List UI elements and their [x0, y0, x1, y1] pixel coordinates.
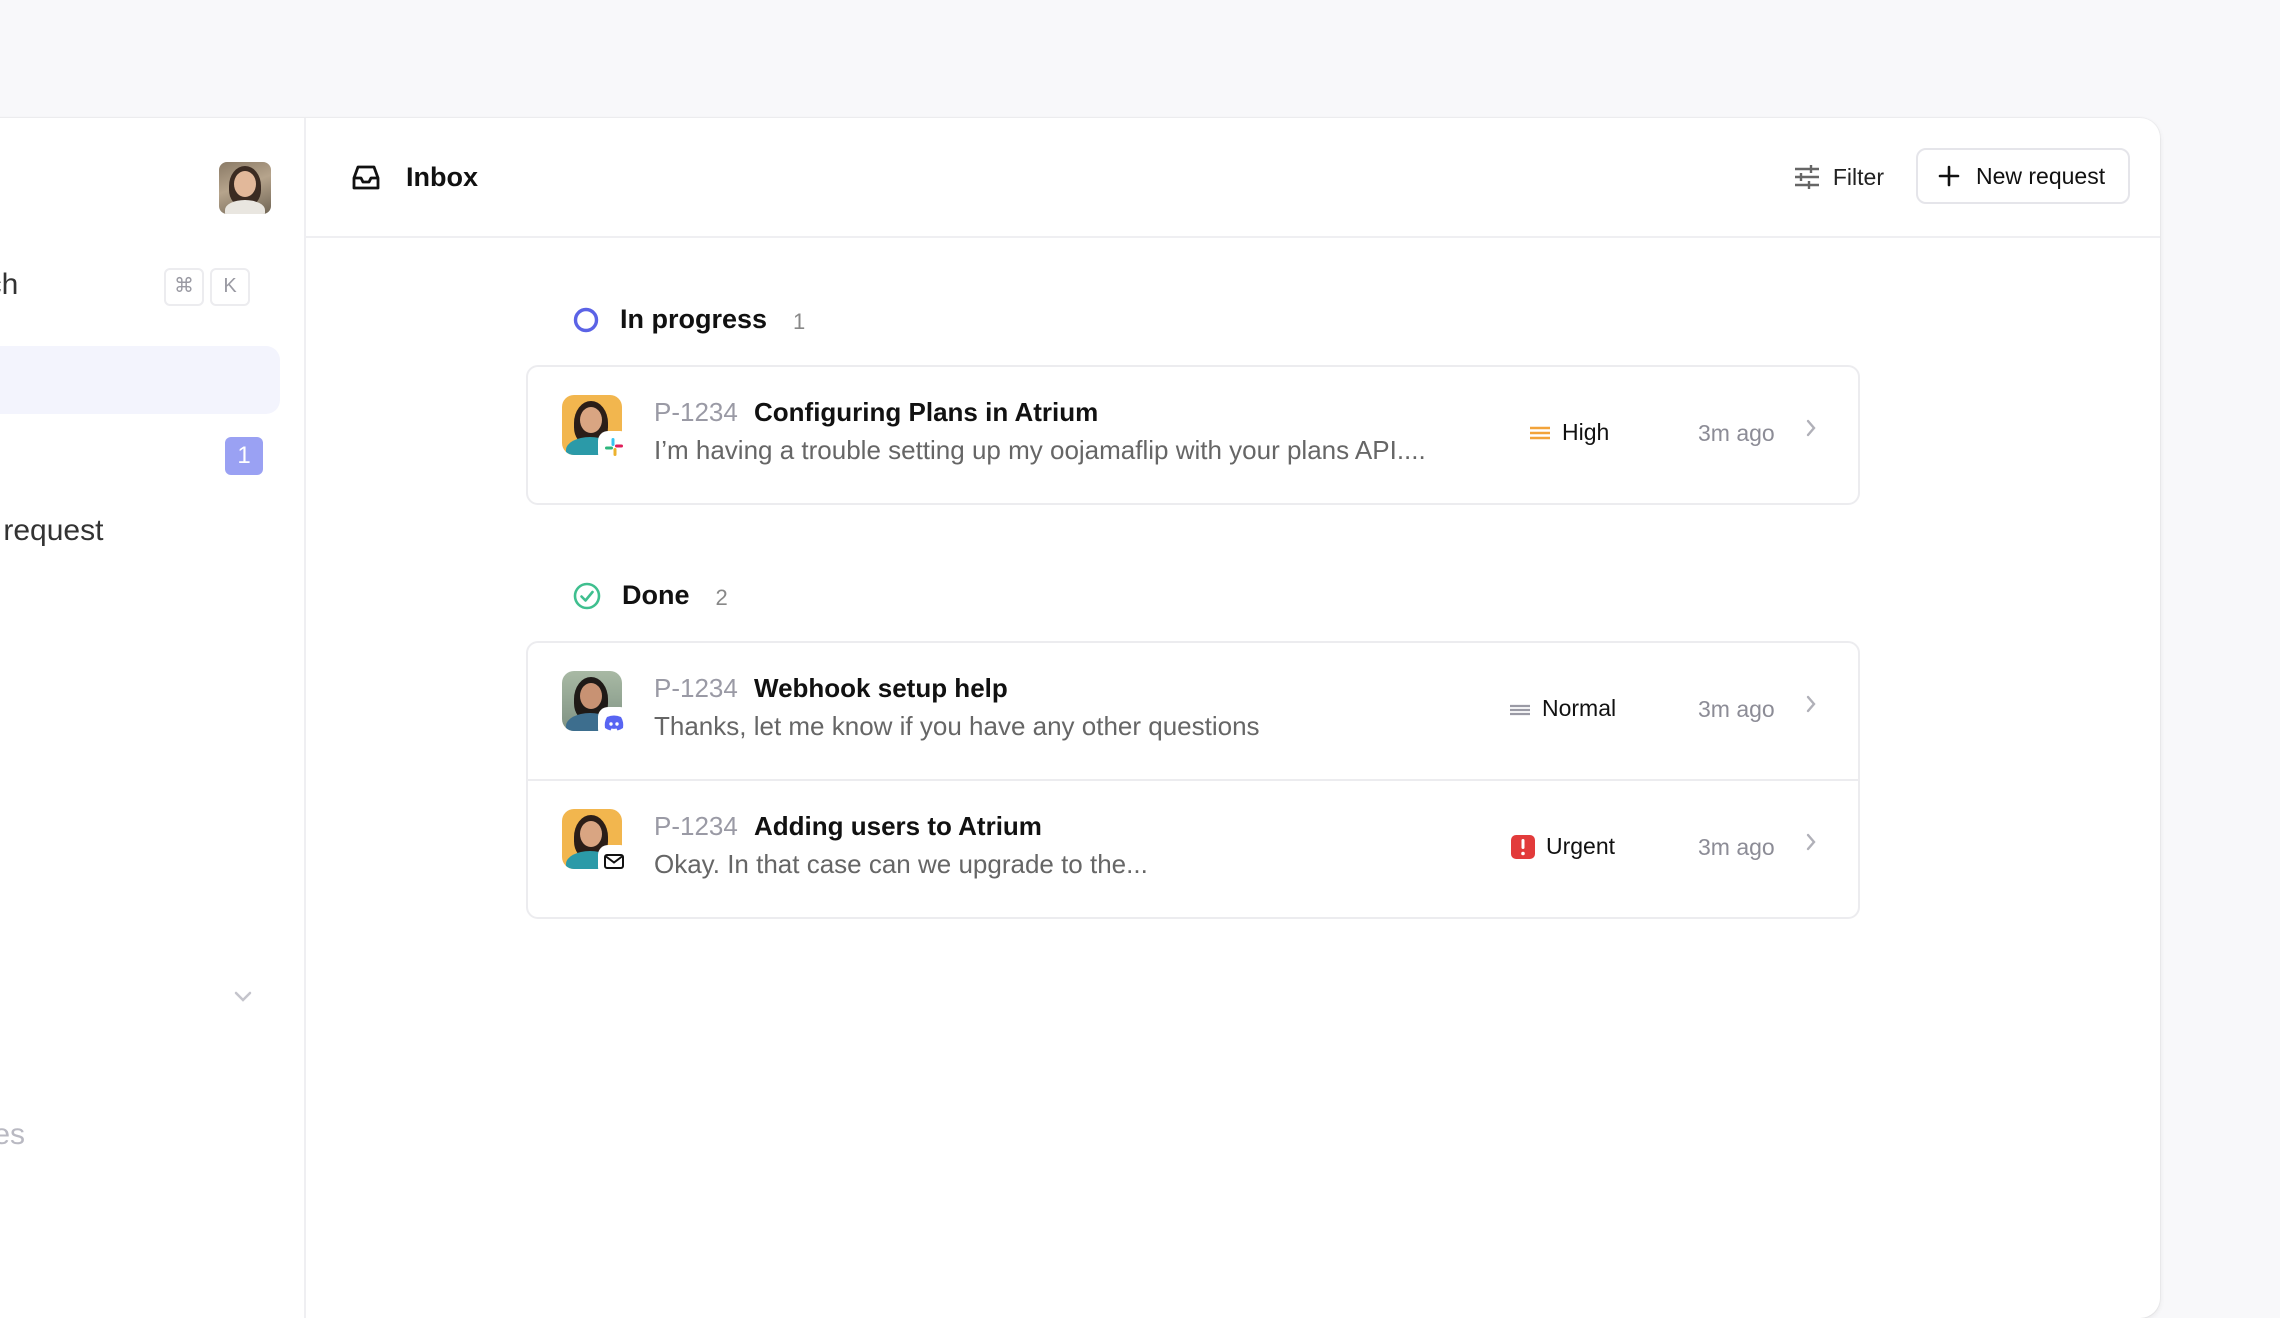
ticket-title: Adding users to Atrium [754, 811, 1042, 841]
ticket-list-done: P-1234 Webhook setup help Thanks, let me… [526, 641, 1860, 919]
ticket-row[interactable]: P-1234 Webhook setup help Thanks, let me… [528, 643, 1858, 779]
slack-icon [600, 433, 628, 461]
chevron-down-icon[interactable] [233, 986, 253, 1009]
sidebar: arch ⌘ K 1 ort request odes [0, 118, 306, 1318]
check-circle-icon [573, 582, 601, 609]
sidebar-item-support-request[interactable]: ort request [0, 514, 103, 548]
ticket-time: 3m ago [1698, 696, 1775, 722]
sidebar-item-codes[interactable]: odes [0, 1118, 25, 1152]
ticket-time: 3m ago [1698, 420, 1775, 446]
ticket-row[interactable]: P-1234 Adding users to Atrium Okay. In t… [528, 779, 1858, 917]
section-count: 1 [793, 308, 806, 334]
chevron-right-icon [1806, 695, 1816, 713]
section-header-done: Done 2 [572, 580, 728, 611]
sliders-icon [1794, 165, 1819, 189]
ticket-preview: Okay. In that case can we upgrade to the… [654, 849, 1148, 879]
shortcut-key-cmd: ⌘ [164, 268, 204, 306]
user-avatar[interactable] [219, 162, 271, 214]
priority-badge: Normal [1508, 695, 1616, 722]
page-title: Inbox [406, 162, 478, 192]
filter-button[interactable]: Filter [1783, 148, 1894, 206]
ticket-id: P-1234 [654, 811, 738, 841]
priority-urgent-icon [1511, 834, 1535, 859]
ticket-list-in-progress: P-1234 Configuring Plans in Atrium I’m h… [526, 365, 1860, 505]
plus-icon [1938, 165, 1960, 187]
top-bar: Inbox Filter New request [306, 118, 2160, 238]
chevron-right-icon [1806, 419, 1816, 437]
search-label[interactable]: arch [0, 268, 18, 302]
in-progress-circle-icon [573, 307, 599, 332]
priority-normal-icon [1510, 704, 1530, 715]
section-label: In progress [620, 304, 768, 334]
priority-label: High [1562, 419, 1610, 445]
ticket-id: P-1234 [654, 397, 738, 427]
new-request-label: New request [1976, 162, 2106, 189]
ticket-preview: Thanks, let me know if you have any othe… [654, 711, 1260, 741]
inbox-icon [352, 165, 380, 190]
sidebar-item-inbox[interactable] [0, 346, 280, 414]
ticket-row[interactable]: P-1234 Configuring Plans in Atrium I’m h… [528, 367, 1858, 503]
chevron-right-icon [1806, 833, 1816, 851]
sidebar-count-badge: 1 [225, 437, 263, 475]
main-panel: Inbox Filter New request In progress 1 P… [306, 118, 2160, 1318]
ticket-id: P-1234 [654, 673, 738, 703]
ticket-title: Configuring Plans in Atrium [754, 397, 1099, 427]
ticket-preview: I’m having a trouble setting up my oojam… [654, 435, 1426, 465]
section-count: 2 [715, 584, 728, 610]
filter-label: Filter [1832, 163, 1884, 190]
discord-icon [600, 709, 628, 737]
priority-label: Urgent [1546, 833, 1616, 859]
section-header-in-progress: In progress 1 [572, 304, 805, 335]
app-window: arch ⌘ K 1 ort request odes Inbox Filter [0, 118, 2160, 1318]
new-request-button[interactable]: New request [1916, 148, 2130, 204]
section-label: Done [622, 580, 690, 610]
shortcut-key-k: K [210, 268, 250, 306]
priority-badge: High [1528, 419, 1609, 446]
ticket-title: Webhook setup help [754, 673, 1008, 703]
ticket-time: 3m ago [1698, 834, 1775, 860]
mail-icon [600, 847, 628, 875]
priority-high-icon [1530, 426, 1550, 439]
priority-badge: Urgent [1510, 833, 1615, 860]
priority-label: Normal [1542, 695, 1617, 721]
